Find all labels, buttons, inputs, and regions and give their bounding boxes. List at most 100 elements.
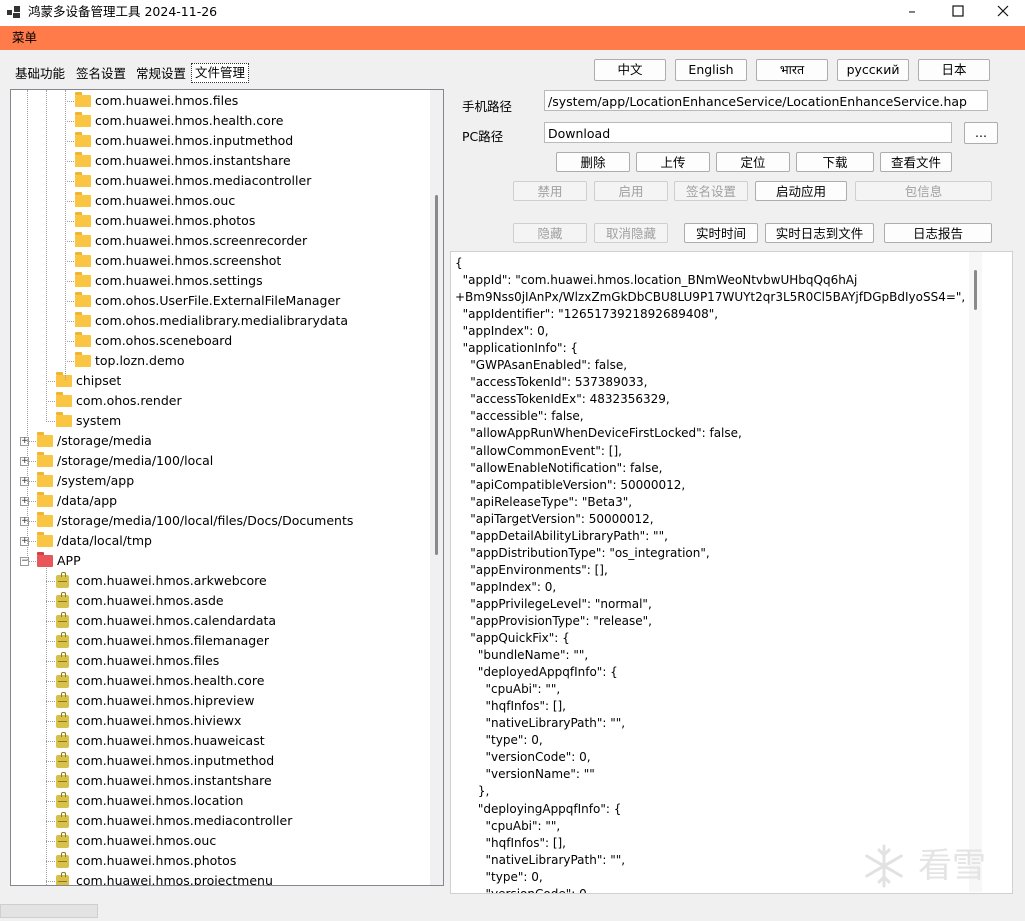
json-scrollbar[interactable]: [969, 252, 982, 892]
tree-item-label: com.huawei.hmos.settings: [95, 273, 263, 288]
package-icon: [56, 752, 69, 768]
tab-general[interactable]: 常规设置: [133, 64, 189, 83]
file-tree[interactable]: com.huawei.hmos.files com.huawei.hmos.hea…: [10, 89, 444, 886]
lang-chinese-button[interactable]: 中文: [594, 59, 666, 81]
tree-folder-item[interactable]: +/system/app: [11, 471, 429, 491]
tree-item-label: /storage/media/100/local: [57, 453, 214, 468]
unhide-button[interactable]: 取消隐藏: [594, 223, 668, 243]
tree-folder-item[interactable]: com.huawei.hmos.mediacontroller: [11, 171, 429, 191]
tree-folder-item[interactable]: com.ohos.render: [11, 391, 429, 411]
tree-folder-item[interactable]: com.huawei.hmos.screenshot: [11, 251, 429, 271]
tree-app-item[interactable]: com.huawei.hmos.asde: [11, 591, 429, 611]
tree-folder-item[interactable]: +/data/local/tmp: [11, 531, 429, 551]
tree-folder-item[interactable]: com.huawei.hmos.screenrecorder: [11, 231, 429, 251]
folder-icon: [75, 192, 91, 207]
folder-icon: [75, 252, 91, 267]
tree-folder-item[interactable]: top.lozn.demo: [11, 351, 429, 371]
download-button[interactable]: 下载: [796, 152, 874, 172]
tree-app-item[interactable]: com.huawei.hmos.location: [11, 791, 429, 811]
tab-signing[interactable]: 签名设置: [73, 64, 129, 83]
tree-folder-item[interactable]: com.huawei.hmos.files: [11, 91, 429, 111]
tree-app-item[interactable]: com.huawei.hmos.photos: [11, 851, 429, 871]
tree-folder-item[interactable]: +/storage/media/100/local: [11, 451, 429, 471]
tree-app-item[interactable]: com.huawei.hmos.calendardata: [11, 611, 429, 631]
tree-item-label: com.huawei.hmos.inputmethod: [76, 753, 275, 768]
app-folder-icon: [37, 552, 53, 567]
tree-folder-item[interactable]: com.ohos.UserFile.ExternalFileManager: [11, 291, 429, 311]
tree-app-item[interactable]: com.huawei.hmos.projectmenu: [11, 871, 429, 885]
delete-button[interactable]: 删除: [556, 152, 630, 172]
tree-app-item[interactable]: com.huawei.hmos.arkwebcore: [11, 571, 429, 591]
tree-app-item[interactable]: com.huawei.hmos.instantshare: [11, 771, 429, 791]
lang-japanese-button[interactable]: 日本: [918, 59, 990, 81]
tree-item-label: system: [76, 413, 122, 428]
folder-icon: [56, 392, 72, 407]
tree-app-item[interactable]: com.huawei.hmos.ouc: [11, 831, 429, 851]
tree-app-item[interactable]: com.huawei.hmos.hipreview: [11, 691, 429, 711]
tree-item-label: com.ohos.sceneboard: [95, 333, 233, 348]
tree-app-item[interactable]: com.huawei.hmos.health.core: [11, 671, 429, 691]
tree-connector: [65, 321, 74, 322]
tree-connector: [46, 841, 55, 842]
lang-english-button[interactable]: English: [675, 59, 747, 81]
tree-folder-item[interactable]: com.huawei.hmos.health.core: [11, 111, 429, 131]
tree-folder-item[interactable]: com.ohos.medialibrary.medialibrarydata: [11, 311, 429, 331]
json-output-text[interactable]: { "appId": "com.huawei.hmos.location_BNm…: [455, 255, 965, 893]
tree-app-item[interactable]: com.huawei.hmos.mediacontroller: [11, 811, 429, 831]
tree-app-item[interactable]: com.huawei.hmos.inputmethod: [11, 751, 429, 771]
minimize-icon[interactable]: –: [889, 0, 935, 24]
tree-folder-item[interactable]: chipset: [11, 371, 429, 391]
browse-button[interactable]: ...: [964, 122, 998, 144]
pc-path-input[interactable]: Download: [544, 122, 952, 143]
tree-connector: [46, 601, 55, 602]
tab-basic[interactable]: 基础功能: [12, 64, 68, 83]
tree-folder-item[interactable]: com.huawei.hmos.settings: [11, 271, 429, 291]
horizontal-scrollbar[interactable]: [0, 901, 1025, 921]
hide-button[interactable]: 隐藏: [513, 223, 587, 243]
signing-settings-button[interactable]: 签名设置: [674, 181, 748, 201]
horizontal-scroll-thumb[interactable]: [0, 904, 98, 918]
tab-file-management[interactable]: 文件管理: [191, 63, 250, 83]
tree-item-label: com.ohos.medialibrary.medialibrarydata: [95, 313, 349, 328]
launch-app-button[interactable]: 启动应用: [755, 181, 847, 201]
close-icon[interactable]: [980, 0, 1025, 24]
tree-folder-item[interactable]: com.huawei.hmos.instantshare: [11, 151, 429, 171]
maximize-icon[interactable]: [935, 0, 981, 24]
package-info-button[interactable]: 包信息: [855, 181, 992, 201]
json-output-panel[interactable]: { "appId": "com.huawei.hmos.location_BNm…: [450, 251, 1013, 894]
tree-folder-item[interactable]: com.huawei.hmos.inputmethod: [11, 131, 429, 151]
tree-scrollbar[interactable]: [430, 90, 443, 885]
tree-folder-item[interactable]: +/data/app: [11, 491, 429, 511]
json-scroll-thumb[interactable]: [974, 270, 977, 310]
realtime-clock-button[interactable]: 实时时间: [684, 223, 758, 243]
title-bar[interactable]: 鸿蒙多设备管理工具 2024-11-26 –: [0, 0, 1025, 26]
tree-folder-item[interactable]: system: [11, 411, 429, 431]
folder-icon: [75, 212, 91, 227]
package-icon: [56, 692, 69, 708]
tree-folder-item[interactable]: com.ohos.sceneboard: [11, 331, 429, 351]
tree-item-label: com.huawei.hmos.hipreview: [76, 693, 255, 708]
tree-folder-item[interactable]: com.huawei.hmos.ouc: [11, 191, 429, 211]
folder-icon: [75, 232, 91, 247]
phone-path-input[interactable]: /system/app/LocationEnhanceService/Locat…: [544, 90, 988, 111]
lang-russian-button[interactable]: русский: [837, 59, 909, 81]
tree-app-item[interactable]: com.huawei.hmos.files: [11, 651, 429, 671]
disable-button[interactable]: 禁用: [513, 181, 587, 201]
locate-button[interactable]: 定位: [716, 152, 790, 172]
log-report-button[interactable]: 日志报告: [884, 223, 992, 243]
realtime-log-to-file-button[interactable]: 实时日志到文件: [765, 223, 874, 243]
tree-scroll-thumb[interactable]: [435, 195, 438, 555]
view-file-button[interactable]: 查看文件: [880, 152, 952, 172]
upload-button[interactable]: 上传: [636, 152, 710, 172]
tree-folder-item[interactable]: +/storage/media/100/local/files/Docs/Doc…: [11, 511, 429, 531]
menu-item-main[interactable]: 菜单: [12, 30, 37, 46]
tree-folder-item[interactable]: +/storage/media: [11, 431, 429, 451]
tree-app-item[interactable]: com.huawei.hmos.huaweicast: [11, 731, 429, 751]
enable-button[interactable]: 启用: [594, 181, 668, 201]
tree-folder-item[interactable]: com.huawei.hmos.photos: [11, 211, 429, 231]
tree-app-item[interactable]: com.huawei.hmos.hiviewx: [11, 711, 429, 731]
package-icon: [56, 812, 69, 828]
tree-folder-item[interactable]: − APP: [11, 551, 429, 571]
lang-hindi-button[interactable]: भारत: [756, 59, 828, 81]
tree-app-item[interactable]: com.huawei.hmos.filemanager: [11, 631, 429, 651]
